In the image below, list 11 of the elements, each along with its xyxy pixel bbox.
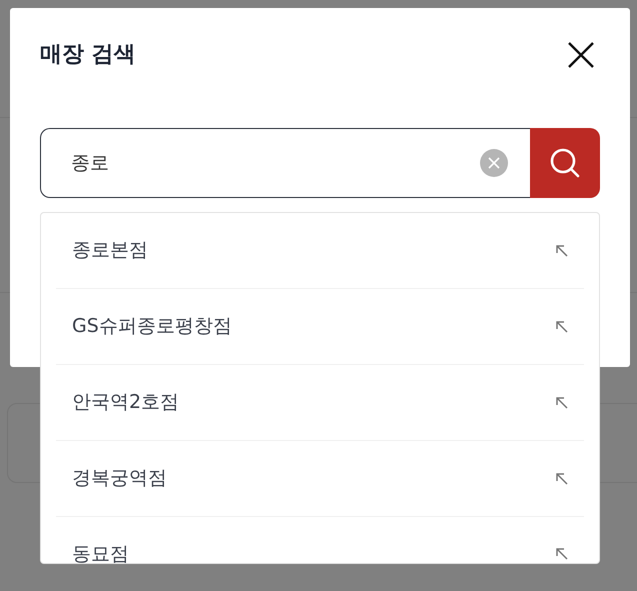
search-button[interactable]: [530, 128, 600, 198]
arrow-icon: [555, 244, 569, 258]
search-field[interactable]: 종로: [40, 128, 530, 198]
search-icon: [549, 147, 581, 179]
close-icon: [566, 40, 596, 70]
dialog-title: 매장 검색: [40, 42, 136, 68]
arrow-icon: [555, 547, 569, 561]
arrow-icon: [555, 320, 569, 334]
arrow-icon: [555, 396, 569, 410]
arrow-icon: [555, 472, 569, 486]
clear-icon: [488, 157, 500, 169]
